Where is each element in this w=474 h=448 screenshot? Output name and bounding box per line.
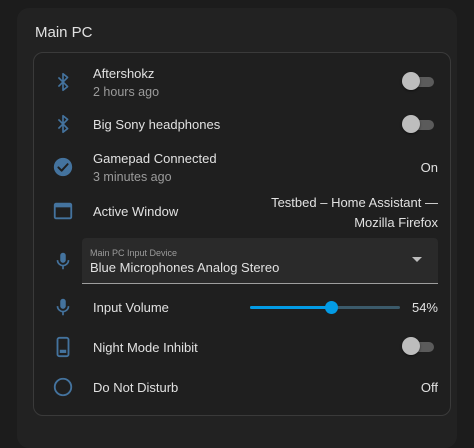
phone-icon (50, 334, 76, 360)
microphone-icon (50, 248, 76, 274)
dnd-name[interactable]: Do Not Disturb (93, 380, 178, 395)
input-device-select[interactable]: Main PC Input Device Blue Microphones An… (82, 238, 438, 284)
entities-card (33, 52, 451, 416)
gamepad-state: On (420, 160, 438, 175)
check-circle-icon (50, 154, 76, 180)
toggle-thumb (402, 115, 420, 133)
input-volume-state: 54% (411, 300, 438, 315)
active-window-name[interactable]: Active Window (93, 204, 178, 219)
slider-fill (250, 306, 331, 309)
aftershokz-last-changed: 2 hours ago (93, 85, 160, 99)
gamepad-name[interactable]: Gamepad Connected (93, 151, 217, 166)
circle-outline-icon (50, 374, 76, 400)
sony-name[interactable]: Big Sony headphones (93, 117, 220, 132)
window-icon (50, 198, 76, 224)
active-window-state: Testbed – Home Assistant — Mozilla Firef… (271, 195, 438, 230)
sony-toggle[interactable] (402, 115, 434, 133)
night-mode-toggle[interactable] (402, 337, 434, 355)
bluetooth-icon (50, 69, 76, 95)
toggle-thumb (402, 72, 420, 90)
dnd-state: Off (420, 380, 438, 395)
input-volume-slider[interactable] (250, 298, 400, 318)
aftershokz-name[interactable]: Aftershokz (93, 66, 154, 81)
night-mode-name[interactable]: Night Mode Inhibit (93, 340, 198, 355)
toggle-thumb (402, 337, 420, 355)
input-device-label: Main PC Input Device (90, 248, 178, 258)
bluetooth-icon (50, 111, 76, 137)
gamepad-last-changed: 3 minutes ago (93, 170, 172, 184)
microphone-icon (50, 294, 76, 320)
aftershokz-toggle[interactable] (402, 72, 434, 90)
input-volume-name[interactable]: Input Volume (93, 300, 169, 315)
input-device-value: Blue Microphones Analog Stereo (90, 260, 280, 275)
section-title: Main PC (35, 24, 93, 41)
slider-knob[interactable] (325, 301, 338, 314)
caret-down-icon[interactable] (412, 257, 422, 262)
